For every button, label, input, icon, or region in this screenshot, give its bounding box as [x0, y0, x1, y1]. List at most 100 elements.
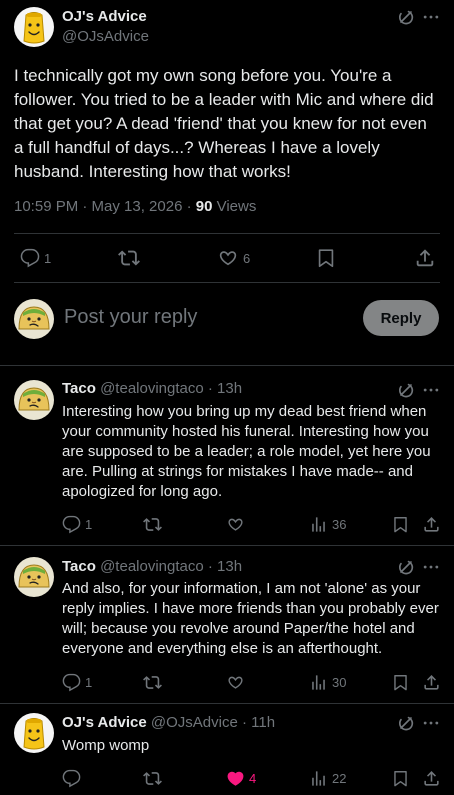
heart-icon [217, 247, 239, 269]
retweet-button[interactable] [143, 766, 162, 790]
reply-text: Womp womp [62, 737, 150, 754]
more-icon[interactable] [421, 380, 441, 400]
views-count: 90 [195, 198, 213, 215]
bookmark-icon [391, 673, 410, 692]
grok-icon[interactable] [396, 380, 416, 400]
reply-button[interactable]: 1 [20, 246, 51, 270]
reply-count: 1 [85, 516, 93, 532]
like-button[interactable]: 4 [226, 766, 256, 790]
more-icon[interactable] [421, 7, 441, 27]
reply-header: OJ's Advice @OJsAdvice · 11h [62, 714, 275, 731]
divider [0, 703, 454, 704]
share-icon [422, 515, 441, 534]
divider [14, 282, 440, 283]
reply-button[interactable] [62, 766, 81, 790]
main-action-bar: 1 6 [0, 246, 454, 270]
heart-filled-icon [226, 769, 245, 788]
heart-icon [226, 515, 245, 534]
retweet-icon [143, 673, 162, 692]
like-button[interactable]: 6 [217, 246, 250, 270]
oj-avatar-icon [14, 7, 54, 47]
bookmark-button[interactable] [391, 766, 410, 790]
retweet-button[interactable] [143, 512, 162, 536]
share-button[interactable] [422, 766, 441, 790]
reply-icon [62, 673, 81, 692]
bookmark-icon [391, 515, 410, 534]
divider [0, 545, 454, 546]
reply-text: Interesting how you bring up my dead bes… [62, 403, 431, 500]
reply-button[interactable]: 1 [62, 670, 92, 694]
views-label: Views [212, 198, 257, 215]
views-icon [309, 673, 328, 692]
display-name[interactable]: OJ's Advice [62, 8, 147, 25]
bookmark-icon [391, 769, 410, 788]
handle[interactable]: @OJsAdvice [62, 28, 149, 45]
share-button[interactable] [422, 512, 441, 536]
bookmark-button[interactable] [315, 246, 337, 270]
grok-icon[interactable] [396, 7, 416, 27]
divider [14, 233, 440, 234]
reply-submit-button[interactable]: Reply [363, 300, 439, 336]
oj-avatar-icon [14, 713, 54, 753]
retweet-button[interactable] [118, 246, 140, 270]
like-button[interactable] [226, 512, 245, 536]
views-button[interactable]: 22 [309, 766, 346, 790]
reply-input[interactable]: Post your reply [64, 306, 197, 329]
share-button[interactable] [422, 670, 441, 694]
avatar[interactable] [14, 713, 54, 753]
display-name[interactable]: Taco [62, 558, 96, 575]
reply-icon [62, 769, 81, 788]
share-icon [422, 769, 441, 788]
grok-icon[interactable] [396, 557, 416, 577]
avatar[interactable] [14, 557, 54, 597]
reply-action-bar: 4 22 [0, 766, 454, 790]
retweet-icon [118, 247, 140, 269]
like-count: 6 [243, 250, 251, 266]
views-button[interactable]: 30 [309, 670, 346, 694]
retweet-button[interactable] [143, 670, 162, 694]
heart-icon [226, 673, 245, 692]
composer-avatar [14, 299, 54, 339]
handle-time[interactable]: @tealovingtaco · 13h [100, 380, 242, 397]
views-count: 22 [332, 770, 347, 786]
bookmark-icon [315, 247, 337, 269]
like-button[interactable] [226, 670, 245, 694]
views-icon [309, 515, 328, 534]
reply-button[interactable]: 1 [62, 512, 92, 536]
bookmark-button[interactable] [391, 670, 410, 694]
reply-icon [20, 248, 40, 268]
like-count: 4 [249, 770, 257, 786]
reply-action-bar: 1 36 [0, 512, 454, 536]
reply-header: Taco @tealovingtaco · 13h [62, 558, 242, 575]
taco-avatar-icon [14, 299, 54, 339]
reply-icon [62, 515, 81, 534]
reply-count: 1 [85, 674, 93, 690]
retweet-icon [143, 515, 162, 534]
display-name[interactable]: Taco [62, 380, 96, 397]
bookmark-button[interactable] [391, 512, 410, 536]
taco-avatar-icon [14, 557, 54, 597]
grok-icon[interactable] [396, 713, 416, 733]
share-icon [414, 247, 436, 269]
taco-avatar-icon [14, 380, 54, 420]
tweet-time[interactable]: 10:59 PM · May 13, 2026 · [14, 198, 196, 215]
avatar[interactable] [14, 380, 54, 420]
share-icon [422, 673, 441, 692]
reply-count: 1 [44, 250, 52, 266]
retweet-icon [143, 769, 162, 788]
reply-action-bar: 1 30 [0, 670, 454, 694]
handle-time[interactable]: @tealovingtaco · 13h [100, 558, 242, 575]
share-button[interactable] [414, 246, 436, 270]
views-icon [309, 769, 328, 788]
more-icon[interactable] [421, 713, 441, 733]
avatar[interactable] [14, 7, 54, 47]
display-name[interactable]: OJ's Advice [62, 714, 147, 731]
divider [0, 365, 454, 366]
reply-header: Taco @tealovingtaco · 13h [62, 380, 242, 397]
more-icon[interactable] [421, 557, 441, 577]
views-button[interactable]: 36 [309, 512, 346, 536]
views-count: 30 [332, 674, 347, 690]
handle-time[interactable]: @OJsAdvice · 11h [151, 714, 275, 731]
tweet-text: I technically got my own song before you… [14, 66, 434, 181]
views-count: 36 [332, 516, 347, 532]
